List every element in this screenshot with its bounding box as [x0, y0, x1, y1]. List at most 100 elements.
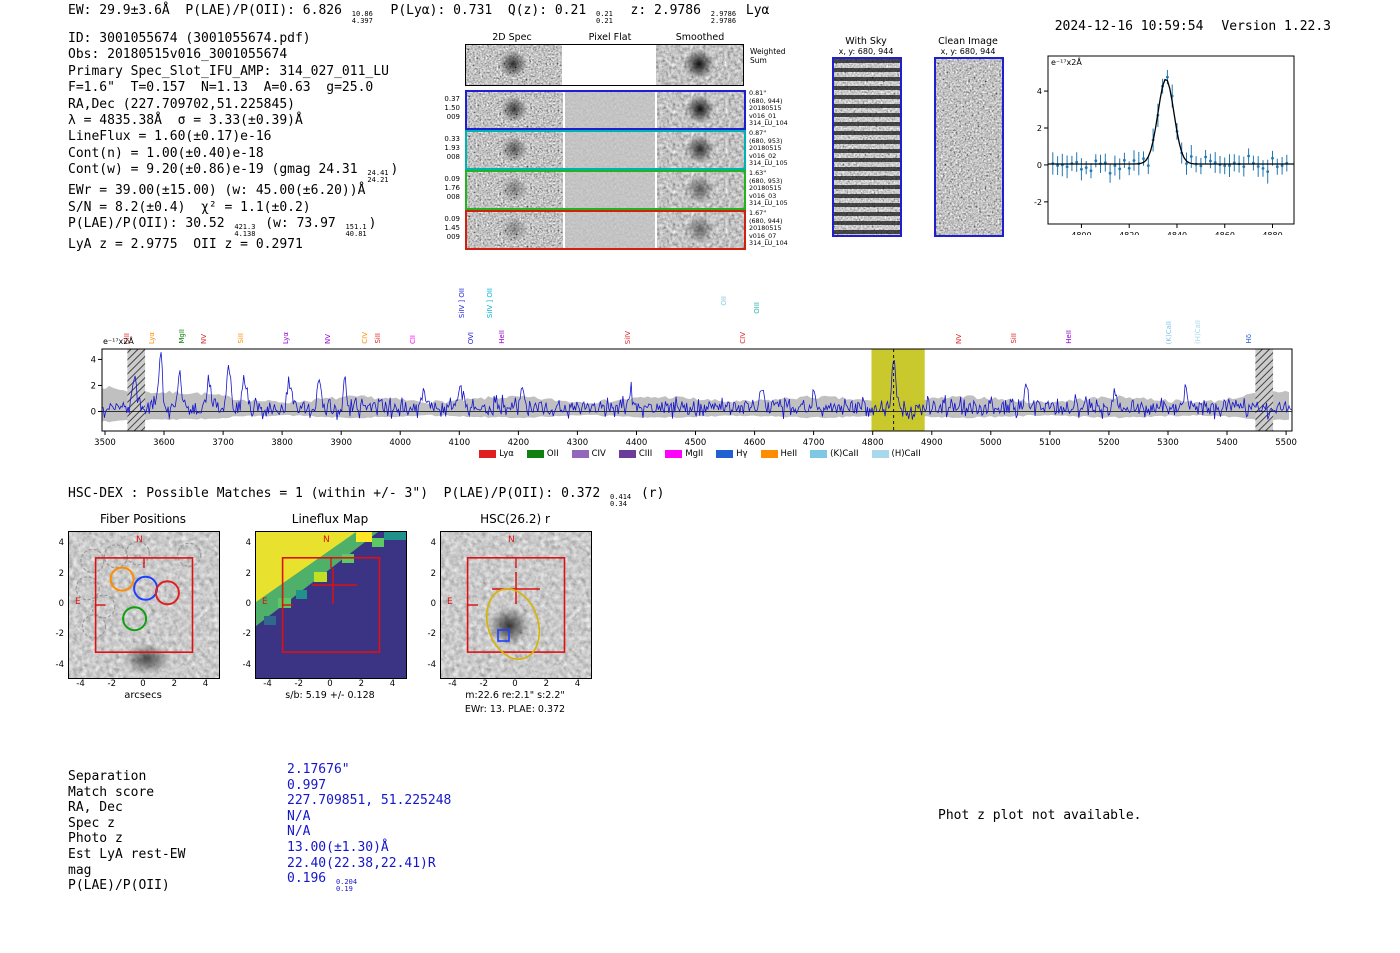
emission-line-label: SiII	[236, 333, 245, 344]
label-line: 009	[446, 233, 460, 241]
axis-tick-label: -4	[263, 679, 272, 689]
lineflux-map-plot	[255, 531, 407, 679]
noise-image	[565, 212, 655, 248]
weighted-sum-row	[465, 44, 744, 86]
emission-line-label: MgII	[177, 329, 186, 344]
emission-blob	[684, 93, 716, 125]
emission-line-label: HeII	[1064, 330, 1073, 344]
spec2d-row	[465, 130, 746, 170]
svg-text:3700: 3700	[212, 438, 234, 446]
axis-tick-label: 2	[430, 568, 436, 579]
spec2d-cutout	[467, 92, 563, 128]
match-table-value: 2.17676"	[287, 762, 350, 777]
match-table-value: N/A	[287, 824, 311, 840]
info-line: F=1.6" T=0.157 N=1.13 A=0.63 g=25.0	[68, 80, 374, 96]
label-line: 314_LU_105	[749, 159, 788, 167]
emission-line-label: NV	[200, 333, 209, 344]
stacked-uncertainty: 0.204 0.19	[335, 878, 358, 893]
spec2d-column-header: 2D Spec	[492, 32, 532, 43]
axis-tick-label: -2	[107, 679, 117, 689]
emission-blob	[684, 213, 716, 245]
svg-text:4700: 4700	[803, 438, 825, 446]
compass-north-label: N	[136, 535, 143, 545]
match-table-label: Spec z	[68, 815, 115, 831]
emission-blob	[682, 47, 716, 81]
hsc-caption-2: EWr: 13. PLAE: 0.372	[464, 704, 566, 715]
match-table-label: mag	[68, 862, 92, 878]
info-line: Cont(w) = 9.20(±0.86)e-19 (gmag 24.31 24…	[68, 162, 399, 184]
svg-text:-2: -2	[1034, 198, 1042, 207]
emission-line-label: CII	[409, 334, 418, 344]
lineflux-xlabel: s/b: 5.19 +/- 0.128	[285, 690, 375, 701]
noise-image	[565, 132, 655, 168]
pixelflat-weighted-blank	[564, 45, 654, 85]
legend-item: CIII	[618, 449, 652, 459]
clean-image-title: Clean Image	[938, 36, 998, 47]
match-table-value: 227.709851, 51.225248	[287, 793, 452, 809]
emission-blob	[684, 133, 716, 165]
spec2d-right-label: 1.67" (680, 944) 20180515 v016_07 314_LU_104	[749, 209, 788, 248]
legend-swatch	[665, 450, 683, 458]
emission-line-label: Hδ	[1245, 334, 1254, 344]
svg-text:4880: 4880	[1262, 231, 1282, 235]
label-line: 008	[446, 193, 460, 201]
smoothed-cutout	[657, 172, 744, 208]
emission-line-label: NV	[324, 333, 333, 344]
match-table-label: Match score	[68, 784, 155, 800]
zoom-flux-units-label: e⁻¹⁷x2Å	[1051, 58, 1082, 67]
info-line: Obs: 20180515v016_3001055674	[68, 47, 288, 63]
svg-text:3600: 3600	[153, 438, 175, 446]
svg-text:4: 4	[91, 355, 96, 365]
photz-note: Phot z plot not available.	[938, 808, 1142, 823]
spec2d-cutout	[467, 132, 563, 168]
svg-text:4: 4	[1037, 87, 1042, 96]
info-line: Primary Spec_Slot_IFU_AMP: 314_027_011_L…	[68, 63, 389, 79]
version-label: Version 1.22.3	[1221, 19, 1331, 34]
svg-text:4100: 4100	[448, 438, 470, 446]
noise-image	[565, 92, 655, 128]
axis-tick-label: 0	[58, 599, 64, 609]
match-table-label: Est LyA rest-EW	[68, 847, 186, 862]
emission-blob	[500, 175, 528, 203]
smoothed-cutout	[657, 212, 744, 248]
emission-blob	[500, 135, 528, 163]
axis-tick-label: 4	[574, 679, 581, 689]
legend-label: (K)CaII	[830, 449, 859, 459]
legend-label: HeII	[780, 449, 798, 459]
legend-swatch	[479, 450, 497, 458]
line-legend: Lyα OII CIV CIII MgII Hγ HeII (K)CaII (H)CaII	[420, 449, 980, 459]
spec2d-right-label: 0.81" (680, 944) 20180515 v016_01 314_LU_104	[749, 89, 788, 128]
svg-text:4600: 4600	[744, 438, 766, 446]
axis-tick-label: 4	[58, 538, 64, 549]
label-line: 314_LU_104	[749, 239, 788, 247]
with-sky-image	[832, 57, 902, 237]
match-table-value: 13.00(±1.30)Å	[287, 840, 389, 855]
axis-tick-label: -4	[242, 659, 251, 670]
noise-image	[936, 59, 1002, 235]
match-table-value: 0.997	[287, 777, 327, 793]
pixelflat-cutout	[565, 172, 655, 208]
label-line: 009	[446, 113, 460, 121]
axis-tick-label: 2	[543, 679, 549, 689]
axis-tick-label: -4	[76, 679, 85, 689]
svg-text:2: 2	[1037, 124, 1042, 133]
spec2d-right-label: 1.63" (680, 953) 20180515 v016_03 314_LU_105	[749, 169, 788, 208]
smoothed-weighted-cutout	[656, 45, 743, 85]
hetdex-detection-report: EW: 29.9±3.6Å P(LAE)/P(OII): 6.826 10.86…	[0, 0, 1400, 953]
legend-label: MgII	[685, 449, 704, 459]
compass-north-label: N	[508, 535, 515, 545]
info-line: LineFlux = 1.60(±0.17)e-16	[68, 129, 272, 145]
stacked-uncertainty: 2.9786 2.9786	[710, 10, 737, 25]
timestamp: 2024-12-16 10:59:54	[1054, 19, 1204, 34]
spec2d-right-label: 0.87" (680, 953) 20180515 v016_02 314_LU_105	[749, 129, 788, 168]
noise-image	[565, 172, 655, 208]
info-line: RA,Dec (227.709702,51.225845)	[68, 96, 295, 112]
svg-text:4300: 4300	[567, 438, 589, 446]
summary-header: EW: 29.9±3.6Å P(LAE)/P(OII): 6.826 10.86…	[68, 3, 770, 25]
emission-line-label: SiIV ] OII	[457, 287, 466, 318]
legend-swatch	[760, 450, 778, 458]
svg-text:2: 2	[91, 381, 96, 391]
hsc-overlay	[466, 556, 566, 660]
axis-tick-label: 4	[430, 538, 436, 549]
fiber-positions-title: Fiber Positions	[99, 512, 187, 526]
